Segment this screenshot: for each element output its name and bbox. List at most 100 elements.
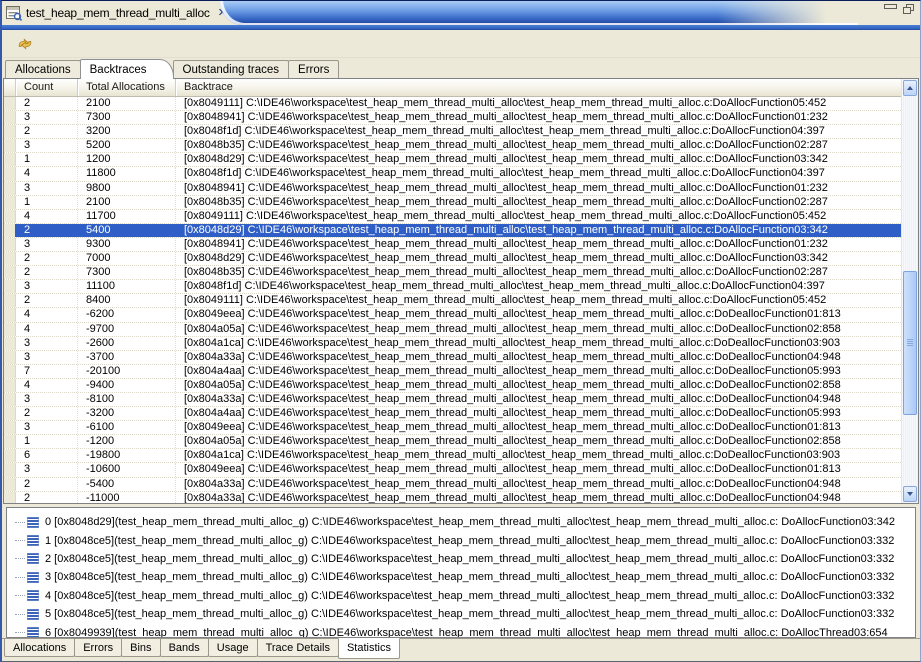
stack-frame[interactable]: 0 [0x8048d29](test_heap_mem_thread_multi… [7,513,915,531]
table-row[interactable]: 411800[0x8048f1d] C:\IDE46\workspace\tes… [4,167,901,181]
table-cell: [0x8049eea] C:\IDE46\workspace\test_heap… [176,421,901,434]
table-row[interactable]: 22100[0x8049111] C:\IDE46\workspace\test… [4,97,901,111]
stack-frame[interactable]: 3 [0x8048ce5](test_heap_mem_thread_multi… [7,568,915,586]
table-cell: [0x8049eea] C:\IDE46\workspace\test_heap… [176,308,901,321]
table-row[interactable]: 6-19800[0x804a1ca] C:\IDE46\workspace\te… [4,449,901,463]
stack-frame[interactable]: 2 [0x8048ce5](test_heap_mem_thread_multi… [7,550,915,568]
table-row[interactable]: 12100[0x8048b35] C:\IDE46\workspace\test… [4,196,901,210]
table-cell [4,379,16,392]
stack-frame-text: 4 [0x8048ce5](test_heap_mem_thread_multi… [45,590,894,602]
column-header-count[interactable]: Count [16,79,78,96]
tab-bottom-bins[interactable]: Bins [121,639,160,657]
scrollbar-grip [907,339,913,346]
table-cell: 2 [16,266,78,279]
tab-allocations[interactable]: Allocations [5,60,81,78]
tab-bottom-errors[interactable]: Errors [74,639,122,657]
table-cell: 7300 [78,111,176,124]
trace-view-icon [6,6,22,21]
tab-backtraces[interactable]: Backtraces [80,59,174,79]
tree-connector [15,540,25,541]
stack-frame-icon [27,517,39,528]
table-cell: [0x804a33a] C:\IDE46\workspace\test_heap… [176,393,901,406]
refresh-button[interactable] [14,33,36,55]
table-row[interactable]: 4-6200[0x8049eea] C:\IDE46\workspace\tes… [4,308,901,322]
table-row[interactable]: 4-9400[0x804a05a] C:\IDE46\workspace\tes… [4,379,901,393]
view-tab[interactable]: test_heap_mem_thread_multi_alloc ✕ [2,1,220,25]
stack-frame[interactable]: 1 [0x8048ce5](test_heap_mem_thread_multi… [7,531,915,549]
tab-bottom-allocations[interactable]: Allocations [4,639,75,657]
column-header-total-allocations[interactable]: Total Allocations [78,79,176,96]
table-cell [4,252,16,265]
table-row[interactable]: 2-3200[0x804a4aa] C:\IDE46\workspace\tes… [4,407,901,421]
table-cell [4,266,16,279]
table-row[interactable]: 39800[0x8048941] C:\IDE46\workspace\test… [4,182,901,196]
table-row[interactable]: 35200[0x8048b35] C:\IDE46\workspace\test… [4,139,901,153]
table-row[interactable]: 3-3700[0x804a33a] C:\IDE46\workspace\tes… [4,351,901,365]
table-cell: 3 [16,238,78,251]
table-row[interactable]: 311100[0x8048f1d] C:\IDE46\workspace\tes… [4,280,901,294]
table-cell: -11000 [78,492,176,503]
table-row[interactable]: 39300[0x8048941] C:\IDE46\workspace\test… [4,238,901,252]
table-cell: 2 [16,252,78,265]
tab-outstanding-traces[interactable]: Outstanding traces [173,60,290,78]
table-row[interactable]: 25400[0x8048d29] C:\IDE46\workspace\test… [4,224,901,238]
scrollbar-thumb[interactable] [903,271,917,415]
table-cell: 2 [16,224,78,237]
table-row[interactable]: 3-8100[0x804a33a] C:\IDE46\workspace\tes… [4,393,901,407]
tab-bottom-trace-details[interactable]: Trace Details [257,639,339,657]
tree-connector [15,558,25,559]
table-row[interactable]: 27300[0x8048b35] C:\IDE46\workspace\test… [4,266,901,280]
scroll-up-button[interactable] [903,80,917,96]
table-row[interactable]: 3-6100[0x8049eea] C:\IDE46\workspace\tes… [4,421,901,435]
table-row[interactable]: 7-20100[0x804a4aa] C:\IDE46\workspace\te… [4,365,901,379]
table-row[interactable]: 27000[0x8048d29] C:\IDE46\workspace\test… [4,252,901,266]
table-row[interactable]: 4-9700[0x804a05a] C:\IDE46\workspace\tes… [4,323,901,337]
table-cell: -6200 [78,308,176,321]
tree-connector [15,614,25,615]
table-cell: [0x804a4aa] C:\IDE46\workspace\test_heap… [176,365,901,378]
table-cell: 3 [16,280,78,293]
scroll-up-icon [907,86,913,90]
table-cell: 3 [16,182,78,195]
table-row[interactable]: 23200[0x8048f1d] C:\IDE46\workspace\test… [4,125,901,139]
table-cell: [0x8048d29] C:\IDE46\workspace\test_heap… [176,252,901,265]
table-row[interactable]: 3-10600[0x8049eea] C:\IDE46\workspace\te… [4,463,901,477]
table-cell: 6 [16,449,78,462]
stack-frame[interactable]: 5 [0x8048ce5](test_heap_mem_thread_multi… [7,605,915,623]
table-cell: 3 [16,111,78,124]
table-row[interactable]: 11200[0x8048d29] C:\IDE46\workspace\test… [4,153,901,167]
table-cell [4,435,16,448]
stack-frame-icon [27,535,39,546]
table-cell: -6100 [78,421,176,434]
table-row[interactable]: 2-11000[0x804a33a] C:\IDE46\workspace\te… [4,492,901,503]
tab-bottom-bands[interactable]: Bands [160,639,209,657]
table-cell [4,407,16,420]
table-cell: [0x8048b35] C:\IDE46\workspace\test_heap… [176,266,901,279]
table-cell: [0x804a05a] C:\IDE46\workspace\test_heap… [176,323,901,336]
backtraces-table: Count Total Allocations Backtrace 22100[… [3,78,919,504]
table-row[interactable]: 28400[0x8049111] C:\IDE46\workspace\test… [4,294,901,308]
minimize-icon[interactable] [884,4,897,9]
column-header-backtrace[interactable]: Backtrace [176,79,901,96]
stack-frame[interactable]: 6 [0x8049939](test_heap_mem_thread_multi… [7,623,915,638]
table-row[interactable]: 411700[0x8049111] C:\IDE46\workspace\tes… [4,210,901,224]
table-cell: 8400 [78,294,176,307]
table-row[interactable]: 2-5400[0x804a33a] C:\IDE46\workspace\tes… [4,478,901,492]
tab-bottom-usage[interactable]: Usage [208,639,258,657]
stack-frame[interactable]: 4 [0x8048ce5](test_heap_mem_thread_multi… [7,587,915,605]
table-row[interactable]: 37300[0x8048941] C:\IDE46\workspace\test… [4,111,901,125]
table-cell: 4 [16,323,78,336]
table-cell: 9300 [78,238,176,251]
memory-trace-view-window: test_heap_mem_thread_multi_alloc ✕ Alloc… [0,0,921,662]
table-cell: -2600 [78,337,176,350]
maximize-icon[interactable] [903,4,914,14]
table-row[interactable]: 3-2600[0x804a1ca] C:\IDE46\workspace\tes… [4,337,901,351]
table-row[interactable]: 1-1200[0x804a05a] C:\IDE46\workspace\tes… [4,435,901,449]
vertical-scrollbar[interactable] [901,79,918,503]
tab-bottom-statistics[interactable]: Statistics [338,638,400,659]
scroll-down-button[interactable] [903,486,917,502]
table-cell: 7 [16,365,78,378]
table-cell: 2 [16,294,78,307]
tab-errors[interactable]: Errors [288,60,339,78]
table-cell: -9400 [78,379,176,392]
